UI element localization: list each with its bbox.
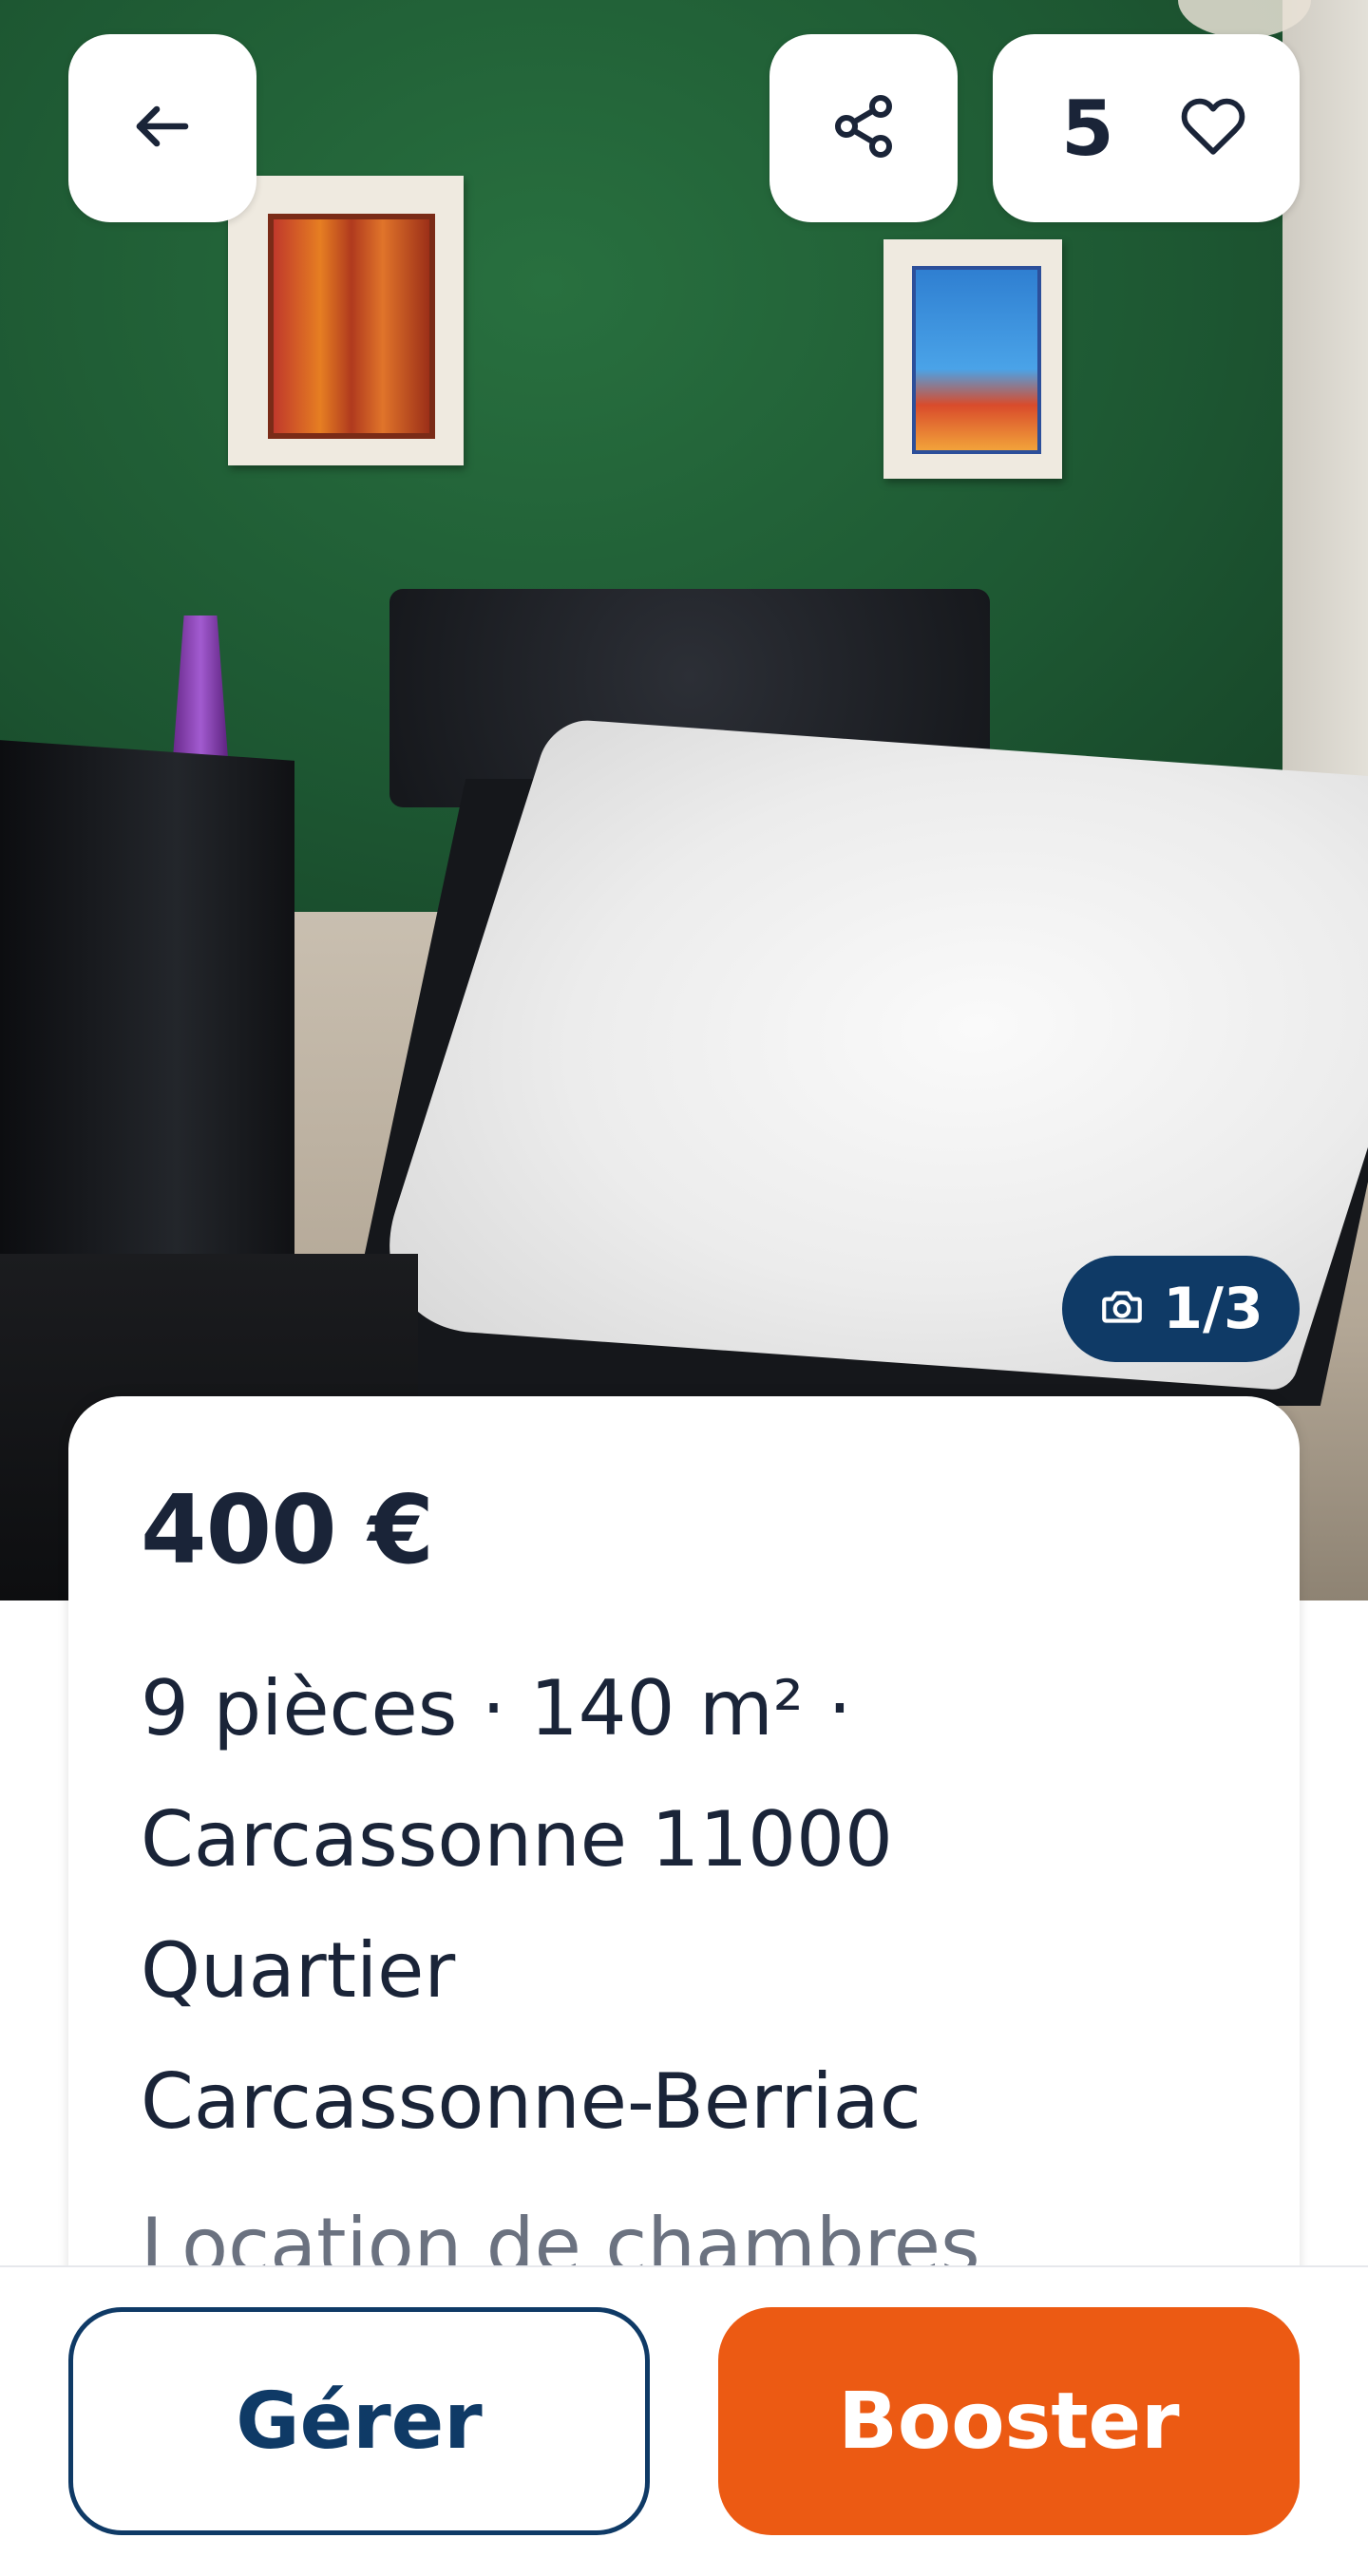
listing-info-card: 400 € 9 pièces · 140 m² · Carcassonne 11… xyxy=(68,1396,1300,2346)
photo-frame-right xyxy=(884,239,1062,479)
share-icon xyxy=(829,92,898,165)
photo-tv xyxy=(0,740,294,1293)
heart-icon xyxy=(1180,93,1246,164)
favorite-button[interactable]: 5 xyxy=(993,34,1300,222)
summary-line: Quartier xyxy=(141,1926,456,2015)
summary-line: Carcassonne-Berriac xyxy=(141,2057,922,2146)
share-button[interactable] xyxy=(770,34,958,222)
camera-icon xyxy=(1098,1283,1146,1335)
favorite-count: 5 xyxy=(1061,84,1114,173)
photo-counter-text: 1/3 xyxy=(1163,1276,1264,1342)
summary-line: Carcassonne 11000 xyxy=(141,1795,893,1884)
back-button[interactable] xyxy=(68,34,256,222)
bottom-action-bar: Gérer Booster xyxy=(0,2265,1368,2576)
photo-counter-badge[interactable]: 1/3 xyxy=(1062,1256,1300,1362)
listing-price: 400 € xyxy=(141,1474,434,1585)
summary-line: 9 pièces · 140 m² · xyxy=(141,1664,852,1752)
boost-button[interactable]: Booster xyxy=(718,2307,1300,2535)
photo-frame-left xyxy=(228,176,464,465)
listing-summary: 9 pièces · 140 m² · Carcassonne 11000 Qu… xyxy=(141,1643,1205,2168)
arrow-left-icon xyxy=(128,92,197,165)
manage-button[interactable]: Gérer xyxy=(68,2307,650,2535)
